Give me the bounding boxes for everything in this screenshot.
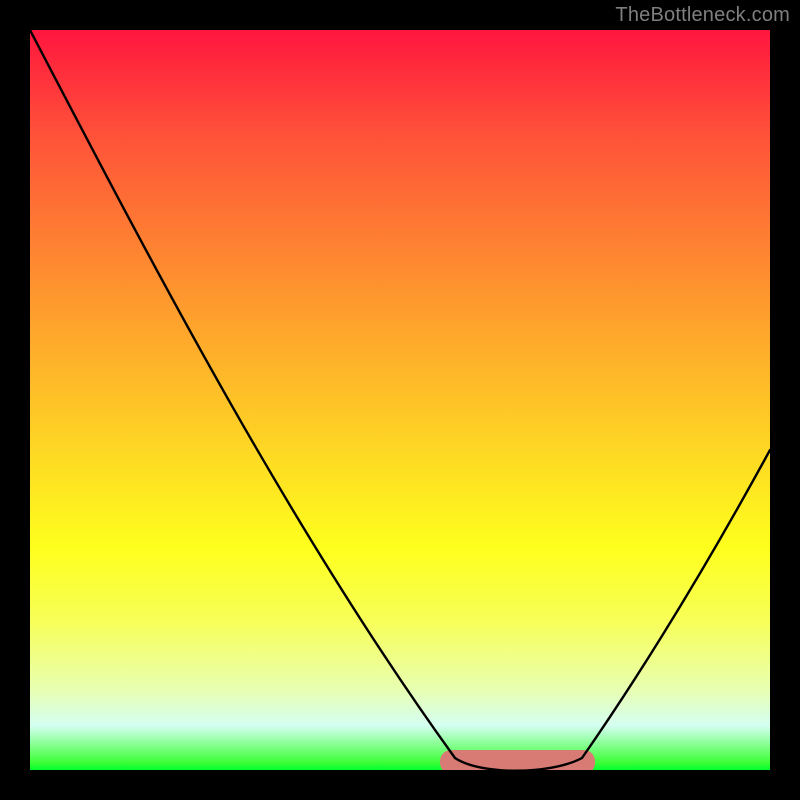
curve-layer [30, 30, 770, 770]
highlight-band-rect [440, 750, 595, 770]
bottleneck-curve [30, 30, 770, 770]
plot-area [30, 30, 770, 770]
attribution-text: TheBottleneck.com [615, 4, 790, 27]
highlight-band [30, 30, 770, 770]
chart-frame: TheBottleneck.com [0, 0, 800, 800]
